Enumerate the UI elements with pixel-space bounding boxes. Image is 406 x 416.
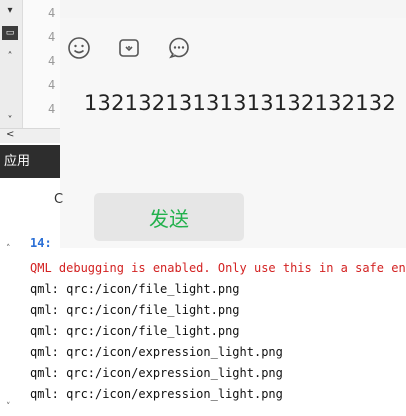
folder-icon[interactable] <box>116 35 142 61</box>
chat-titlebar <box>60 0 406 19</box>
collapse-arrow-icon[interactable]: ▾ <box>2 4 18 18</box>
console-line: qml: qrc:/icon/expression_light.png <box>30 387 283 401</box>
chevron-up-icon[interactable]: ˄ <box>2 50 18 64</box>
app-output-tab[interactable]: 应用 <box>0 145 60 178</box>
line-number: 4 <box>48 54 56 68</box>
scroll-left-icon[interactable]: < <box>6 129 14 140</box>
line-number: 4 <box>48 30 56 44</box>
console-line: qml: qrc:/icon/expression_light.png <box>30 345 283 359</box>
scroll-up-icon[interactable]: ˄ <box>6 244 11 254</box>
send-button[interactable]: 发送 <box>94 193 244 241</box>
console-line: qml: qrc:/icon/file_light.png <box>30 324 240 338</box>
chat-bubble-icon[interactable] <box>166 35 192 61</box>
console-output: QML debugging is enabled. Only use this … <box>30 258 406 405</box>
emoji-icon[interactable] <box>66 35 92 61</box>
side-label: C <box>54 192 64 207</box>
split-icon[interactable]: ▭ <box>2 26 18 40</box>
editor-strip: ▾ ▭ ˄ ˅ 4 4 4 4 4 <box>0 0 60 130</box>
console-line: qml: qrc:/icon/expression_light.png <box>30 366 283 380</box>
chevron-down-icon[interactable]: ˅ <box>2 114 18 128</box>
horizontal-scrollbar[interactable]: < <box>0 128 60 143</box>
scroll-down-icon[interactable]: ˅ <box>6 402 11 412</box>
console-line: qml: qrc:/icon/file_light.png <box>30 282 240 296</box>
line-number: 4 <box>48 6 56 20</box>
timestamp-label: 14: <box>30 236 52 250</box>
chat-panel: 13213213131313132132132 发送 <box>60 18 406 248</box>
console-line: QML debugging is enabled. Only use this … <box>30 261 406 275</box>
message-input-text[interactable]: 13213213131313132132132 <box>84 91 396 115</box>
line-number: 4 <box>48 78 56 92</box>
editor-gutter: ▾ ▭ ˄ ˅ <box>0 0 23 130</box>
console-line: qml: qrc:/icon/file_light.png <box>30 303 240 317</box>
line-number: 4 <box>48 102 56 116</box>
